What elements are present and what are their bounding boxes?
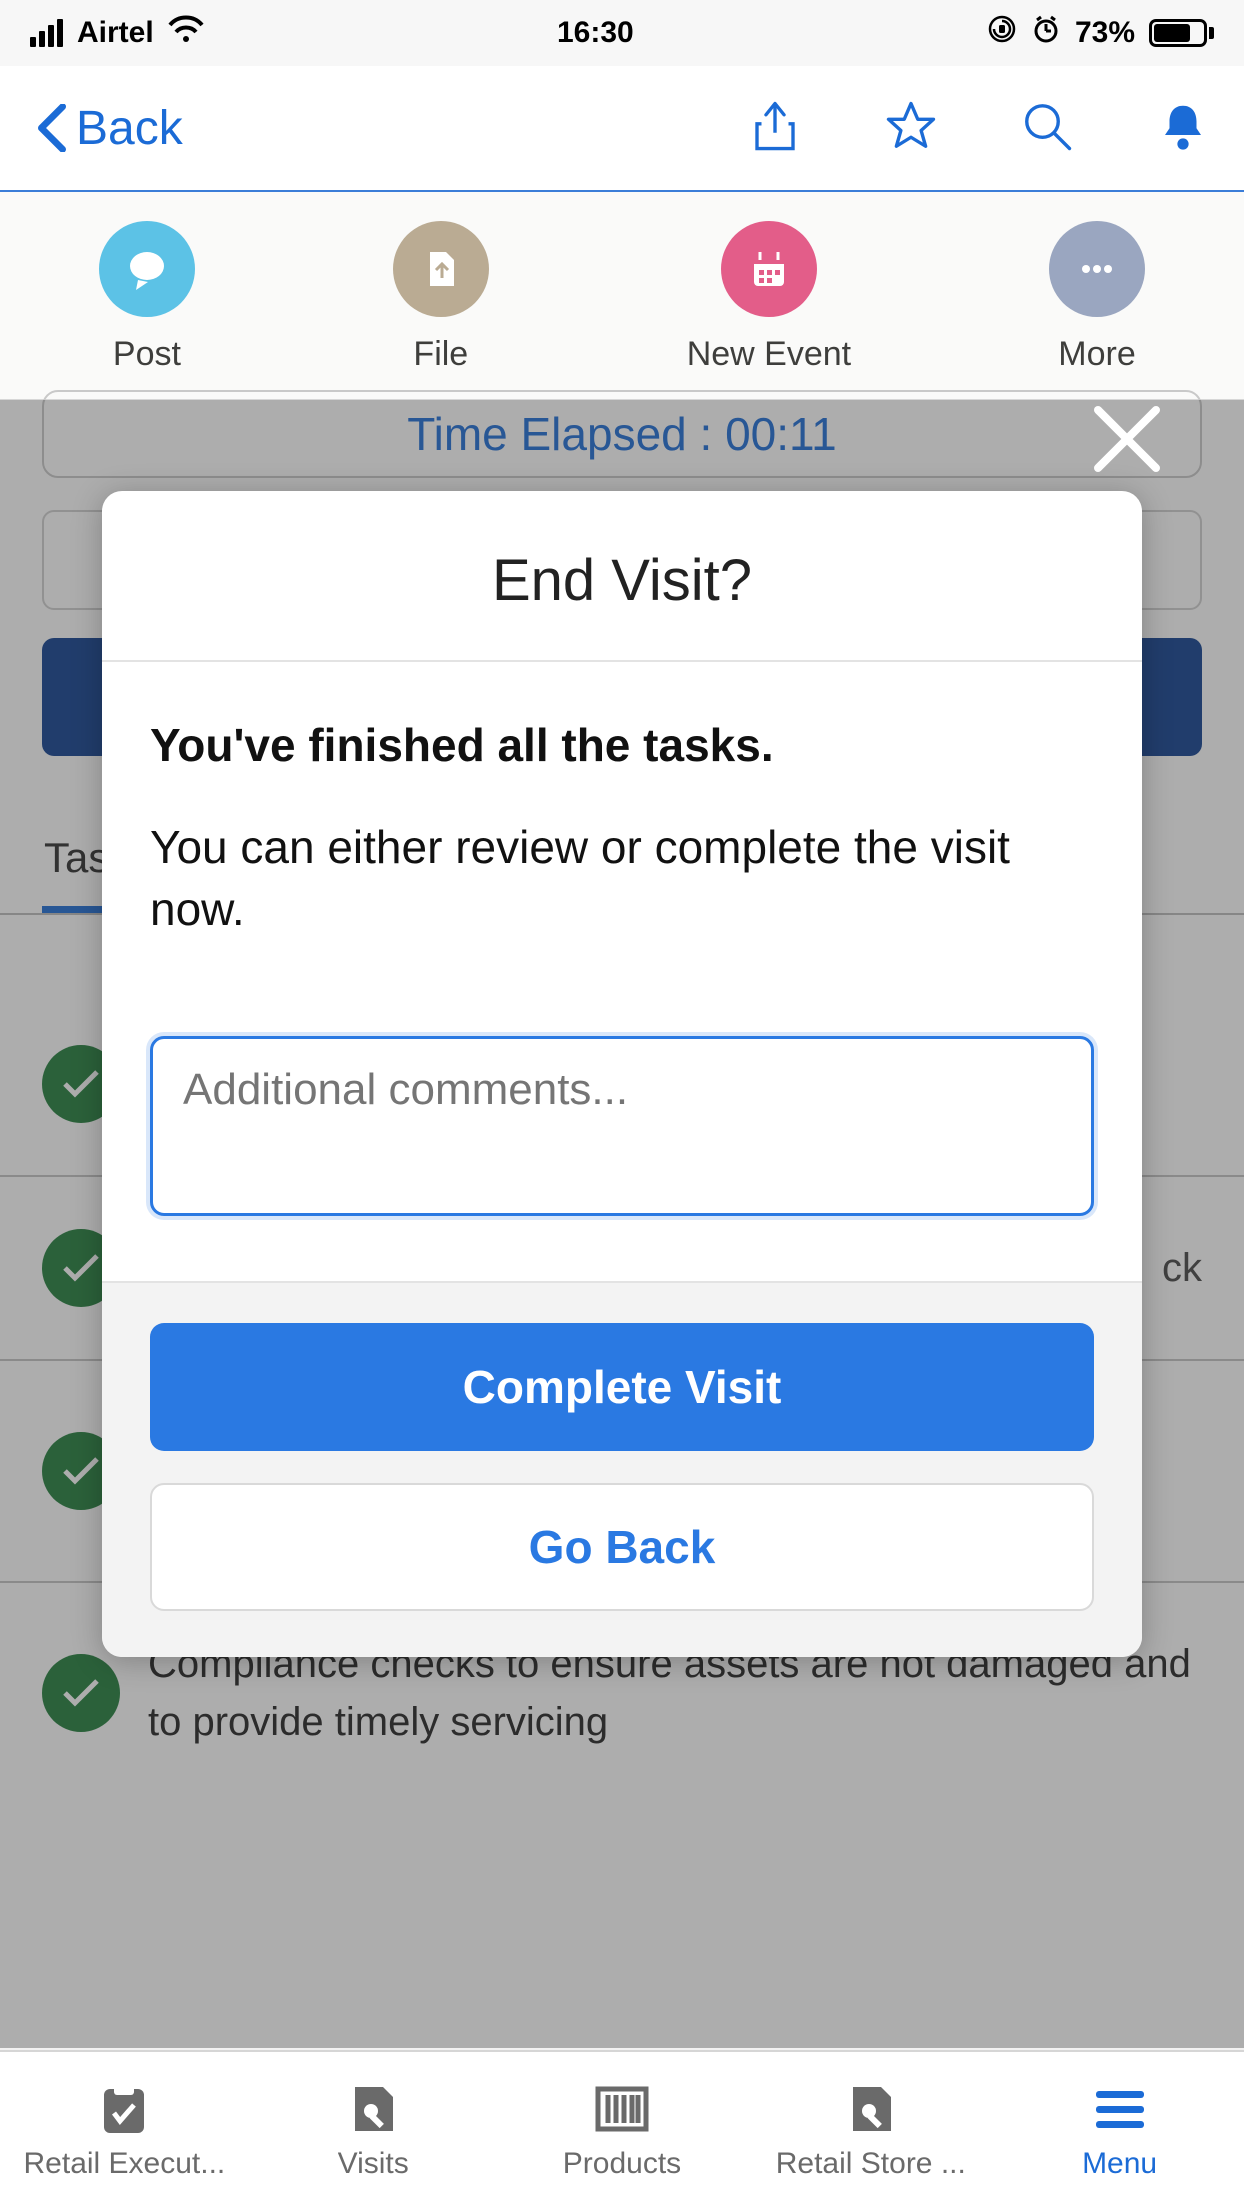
close-icon <box>1088 400 1166 478</box>
complete-visit-button[interactable]: Complete Visit <box>150 1323 1094 1451</box>
back-button[interactable]: Back <box>34 101 183 156</box>
more-icon <box>1049 221 1145 317</box>
modal-heading: You've finished all the tasks. <box>150 714 1094 776</box>
quick-post[interactable]: Post <box>99 221 195 374</box>
tab-visits[interactable]: Visits <box>249 2052 498 2210</box>
clipboard-icon <box>92 2081 156 2137</box>
task-title: Compliance checks to ensure assets are n… <box>148 1642 1191 1744</box>
battery-icon <box>1149 19 1214 47</box>
modal-text: You can either review or complete the vi… <box>150 816 1094 940</box>
wrench-doc-icon <box>839 2081 903 2137</box>
post-icon <box>99 221 195 317</box>
tab-retail-store[interactable]: Retail Store ... <box>746 2052 995 2210</box>
wrench-doc-icon <box>341 2081 405 2137</box>
quick-more-label: More <box>1058 335 1135 374</box>
clock: 16:30 <box>557 16 634 50</box>
tab-label: Retail Store ... <box>776 2147 966 2181</box>
bottom-nav: Retail Execut... Visits Products Retail … <box>0 2050 1244 2210</box>
chevron-left-icon <box>34 104 70 152</box>
barcode-icon <box>590 2081 654 2137</box>
quick-more[interactable]: More <box>1049 221 1145 374</box>
tab-label: Products <box>563 2147 681 2181</box>
quick-actions: Post File New Event More <box>0 192 1244 400</box>
tab-label: Menu <box>1082 2147 1157 2181</box>
end-visit-modal: End Visit? You've finished all the tasks… <box>102 491 1142 1657</box>
tab-label: Visits <box>338 2147 409 2181</box>
battery-percent: 73% <box>1075 16 1135 50</box>
go-back-button[interactable]: Go Back <box>150 1483 1094 1611</box>
star-icon[interactable] <box>884 99 938 158</box>
tab-retail-execution[interactable]: Retail Execut... <box>0 2052 249 2210</box>
tab-menu[interactable]: Menu <box>995 2052 1244 2210</box>
alarm-icon <box>1031 14 1061 52</box>
wifi-icon <box>168 15 204 51</box>
search-icon[interactable] <box>1020 99 1074 158</box>
checkmark-icon <box>42 1654 120 1732</box>
back-label: Back <box>76 101 183 156</box>
nav-bar: Back <box>0 66 1244 192</box>
quick-file[interactable]: File <box>393 221 489 374</box>
file-icon <box>393 221 489 317</box>
quick-new-event[interactable]: New Event <box>687 221 851 374</box>
quick-file-label: File <box>413 335 468 374</box>
orientation-lock-icon <box>987 14 1017 52</box>
bell-icon[interactable] <box>1156 99 1210 158</box>
tab-label: Retail Execut... <box>24 2147 226 2181</box>
modal-title: End Visit? <box>102 491 1142 662</box>
share-icon[interactable] <box>748 99 802 158</box>
quick-event-label: New Event <box>687 335 851 374</box>
close-button[interactable] <box>1088 400 1166 483</box>
tab-products[interactable]: Products <box>498 2052 747 2210</box>
status-bar: Airtel 16:30 73% <box>0 0 1244 66</box>
carrier-label: Airtel <box>77 16 154 50</box>
menu-icon <box>1088 2081 1152 2137</box>
signal-icon <box>30 19 63 47</box>
comments-input[interactable] <box>150 1036 1094 1216</box>
quick-post-label: Post <box>113 335 181 374</box>
calendar-icon <box>721 221 817 317</box>
